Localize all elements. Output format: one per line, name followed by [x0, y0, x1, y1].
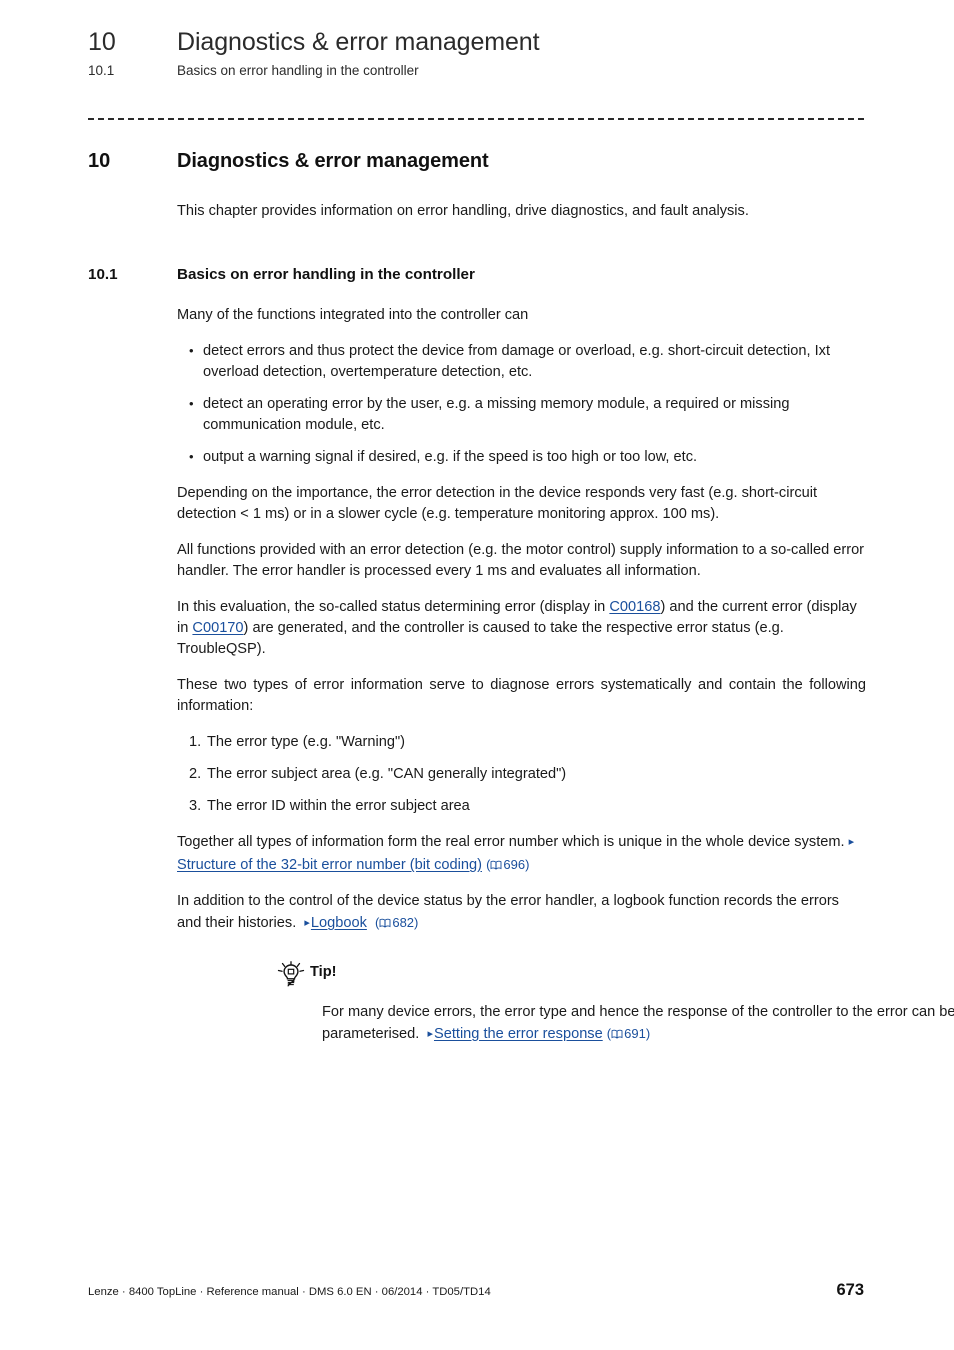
evaluation-text-part1: In this evaluation, the so-called status…: [177, 599, 610, 615]
page-reference-696: (696): [486, 857, 530, 872]
book-icon: [611, 1029, 623, 1039]
lightbulb-icon: [276, 961, 310, 996]
heading-1-number: 10: [88, 150, 111, 172]
code-link-c00168[interactable]: C00168: [609, 599, 660, 615]
list-item: detect an operating error by the user, e…: [177, 393, 866, 436]
heading-2-number: 10.1: [88, 266, 118, 283]
heading-level-1: 10 Diagnostics & error management: [88, 150, 866, 173]
page-footer: Lenze · 8400 TopLine · Reference manual …: [88, 1281, 864, 1300]
xref-link-structure-32bit[interactable]: Structure of the 32-bit error number (bi…: [177, 857, 482, 873]
page-reference-number: 696: [503, 857, 526, 872]
capabilities-bullet-list: detect errors and thus protect the devic…: [177, 340, 866, 468]
running-header-chapter-title: Diagnostics & error management: [177, 28, 540, 56]
document-page: 10 Diagnostics & error management 10.1 B…: [0, 0, 954, 1350]
together-text: Together all types of information form t…: [177, 834, 845, 850]
tip-header: Tip!: [276, 961, 954, 996]
page-reference-number: 682: [392, 915, 415, 930]
list-item: The error ID within the error subject ar…: [189, 796, 470, 817]
footer-page-number: 673: [836, 1281, 864, 1299]
paragraph-error-handler: All functions provided with an error det…: [177, 542, 865, 579]
list-item: The error subject area (e.g. "CAN genera…: [189, 764, 567, 785]
section-body: Many of the functions integrated into th…: [177, 305, 954, 1046]
tip-body: For many device errors, the error type a…: [322, 1002, 954, 1046]
paragraph-evaluation: In this evaluation, the so-called status…: [177, 597, 866, 660]
paragraph-importance: Depending on the importance, the error d…: [177, 485, 818, 522]
list-item: The error type (e.g. "Warning"): [189, 732, 405, 753]
paragraph-two-types: These two types of error information ser…: [177, 677, 866, 714]
tip-callout: Tip! For many device errors, the error t…: [276, 961, 954, 1046]
heading-1-text: Diagnostics & error management: [177, 150, 489, 172]
book-icon: [379, 918, 391, 928]
running-header-chapter-number: 10: [88, 28, 116, 56]
intro-block: This chapter provides information on err…: [177, 201, 866, 222]
page-reference-691: (691): [606, 1026, 651, 1041]
heading-2-text: Basics on error handling in the controll…: [177, 266, 475, 283]
running-header-section-title: Basics on error handling in the controll…: [177, 63, 419, 78]
xref-link-setting-error-response[interactable]: Setting the error response: [434, 1026, 603, 1042]
page-reference-682: (682): [375, 915, 419, 930]
running-header-section-number: 10.1: [88, 63, 115, 78]
xref-arrow-icon: ▸: [848, 836, 855, 848]
tip-paragraph: For many device errors, the error type a…: [322, 1002, 954, 1046]
xref-arrow-icon: ▸: [427, 1028, 433, 1040]
logbook-text: In addition to the control of the device…: [177, 893, 839, 931]
evaluation-text-part3: ) are generated, and the controller is c…: [177, 620, 784, 657]
page-reference-number: 691: [624, 1026, 646, 1041]
paragraph-together: Together all types of information form t…: [177, 832, 866, 876]
footer-document-info: Lenze · 8400 TopLine · Reference manual …: [88, 1286, 491, 1298]
running-header: 10 Diagnostics & error management 10.1 B…: [88, 28, 878, 78]
running-header-section-row: 10.1 Basics on error handling in the con…: [88, 63, 878, 78]
tip-title: Tip!: [310, 964, 337, 980]
paragraph-logbook: In addition to the control of the device…: [177, 891, 866, 935]
error-information-numbered-list: The error type (e.g. "Warning") The erro…: [177, 732, 866, 817]
code-link-c00170[interactable]: C00170: [192, 620, 243, 636]
header-dashed-divider: [88, 118, 864, 120]
xref-arrow-icon: ▸: [304, 917, 310, 929]
lead-in-paragraph: Many of the functions integrated into th…: [177, 307, 529, 323]
xref-link-logbook[interactable]: Logbook: [311, 915, 367, 931]
intro-paragraph: This chapter provides information on err…: [177, 203, 749, 219]
list-item: output a warning signal if desired, e.g.…: [177, 446, 866, 468]
running-header-chapter-row: 10 Diagnostics & error management: [88, 28, 878, 57]
heading-level-2: 10.1 Basics on error handling in the con…: [88, 266, 866, 283]
book-icon: [490, 860, 502, 870]
list-item: detect errors and thus protect the devic…: [177, 340, 866, 383]
document-content: 10 Diagnostics & error management This c…: [88, 150, 954, 1046]
